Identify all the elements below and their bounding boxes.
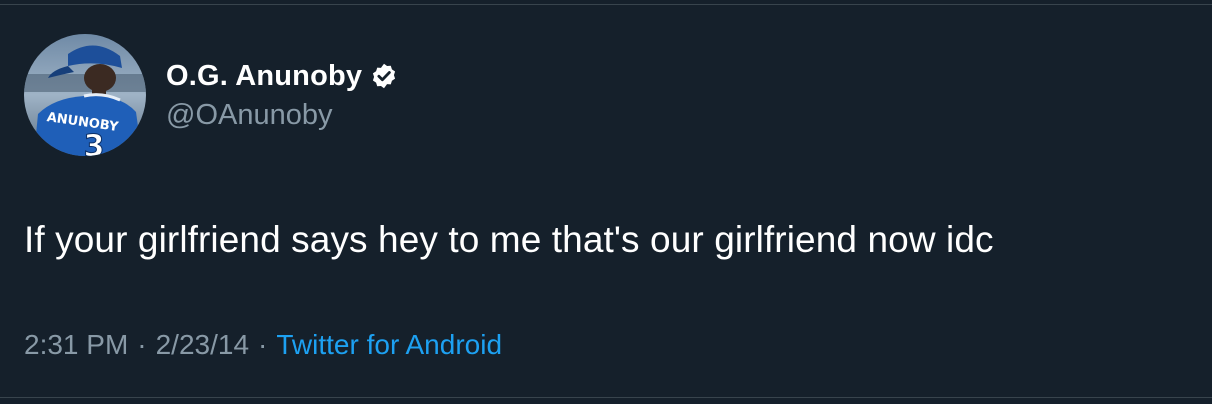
- name-row: O.G. Anunoby: [166, 56, 398, 96]
- tweet-date[interactable]: 2/23/14: [156, 329, 249, 360]
- verified-badge-icon: [370, 62, 398, 90]
- tweet-source-link[interactable]: Twitter for Android: [276, 329, 502, 360]
- svg-text:3: 3: [84, 129, 105, 156]
- avatar-image: ANUNOBY 3: [24, 34, 146, 156]
- tweet-meta: 2:31 PM · 2/23/14 · Twitter for Android: [24, 325, 502, 365]
- user-handle[interactable]: @OAnunoby: [166, 96, 398, 134]
- meta-separator: ·: [137, 329, 147, 360]
- avatar[interactable]: ANUNOBY 3: [24, 34, 146, 156]
- meta-separator: ·: [258, 329, 268, 360]
- tweet-card: ANUNOBY 3 O.G. Anunoby @OAnunoby If your…: [0, 0, 1212, 404]
- display-name[interactable]: O.G. Anunoby: [166, 56, 362, 96]
- bottom-divider: [0, 397, 1212, 398]
- top-divider: [0, 4, 1212, 5]
- tweet-time[interactable]: 2:31 PM: [24, 329, 128, 360]
- author-block: O.G. Anunoby @OAnunoby: [166, 56, 398, 134]
- tweet-text: If your girlfriend says hey to me that's…: [24, 219, 994, 260]
